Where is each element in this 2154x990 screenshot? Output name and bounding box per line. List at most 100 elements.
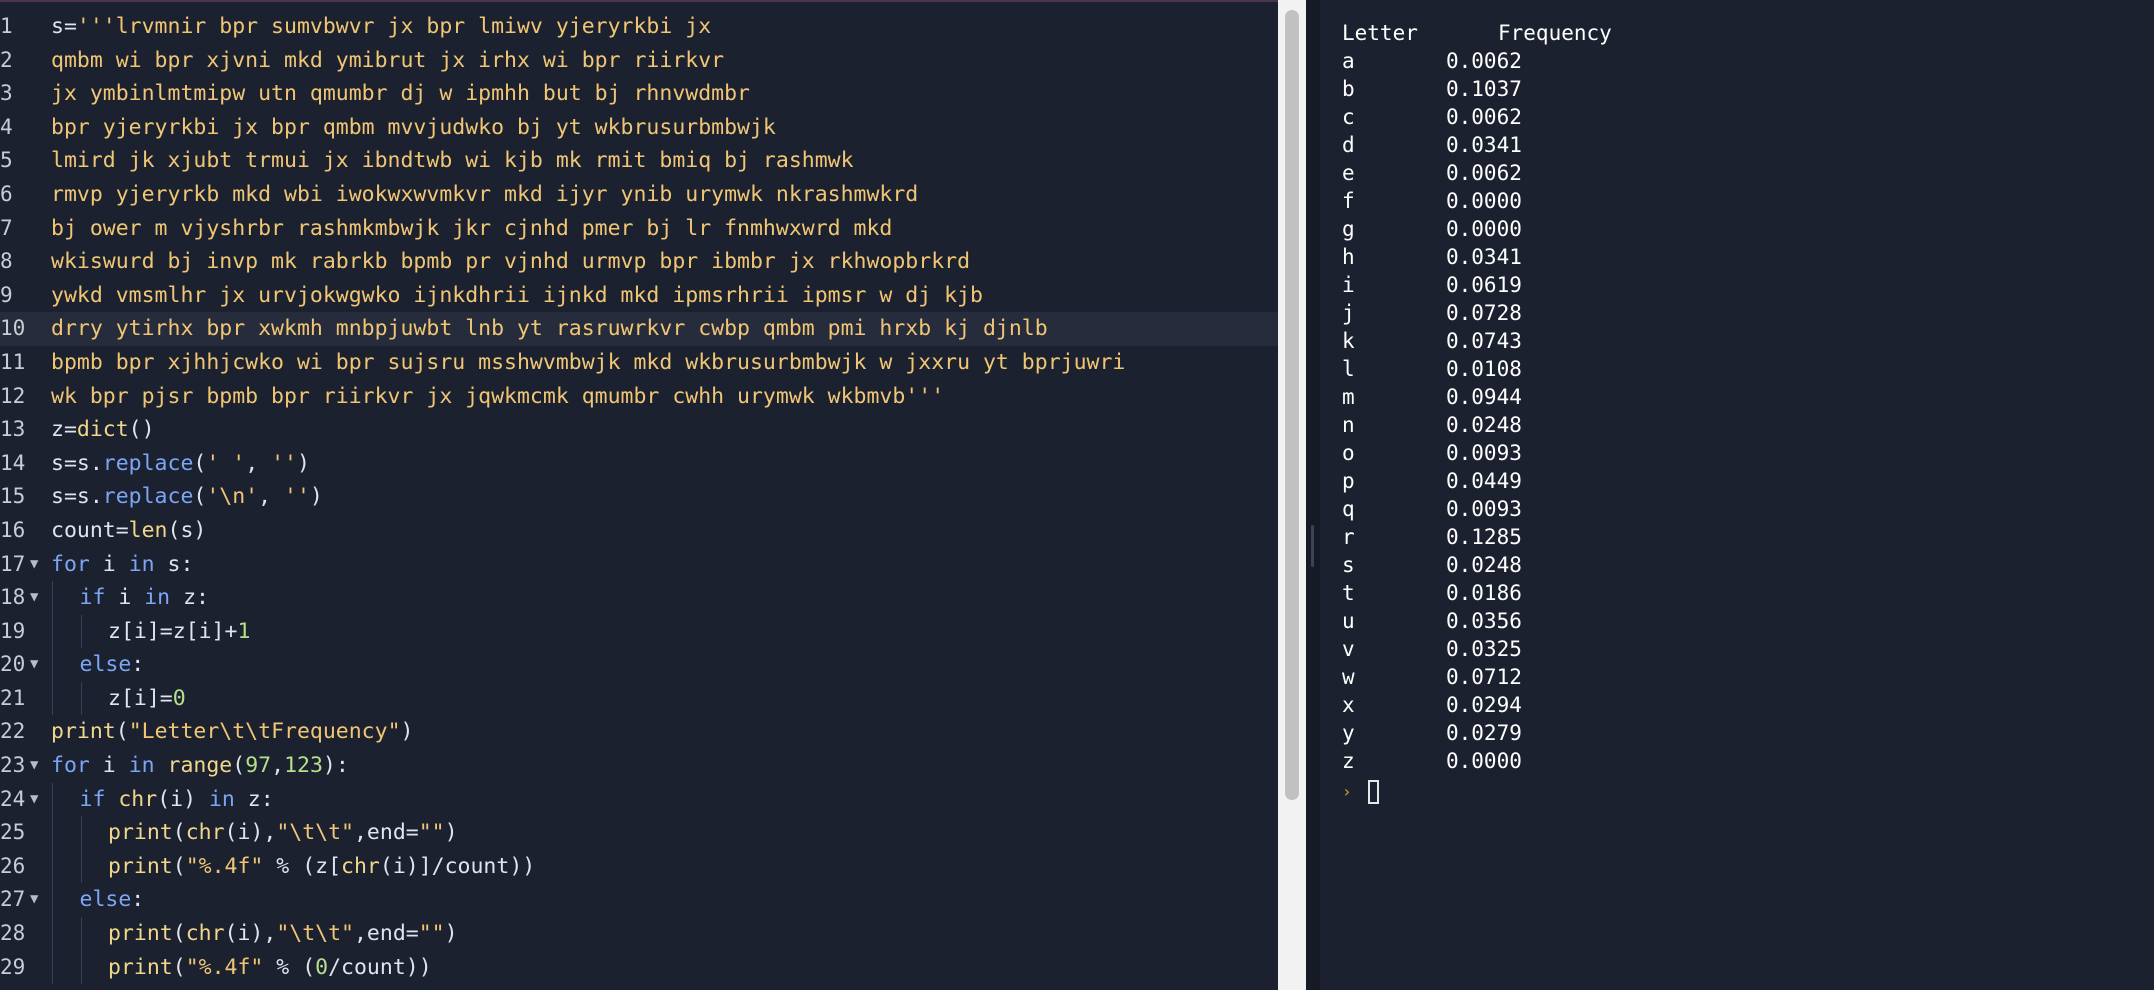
code-line[interactable]: 5 lmird jk xjubt trmui jx ibndtwb wi kjb … xyxy=(0,144,1278,178)
code-line[interactable]: 16 count=len(s) xyxy=(0,514,1278,548)
code-line[interactable]: 11 bpmb bpr xjhhjcwko wi bpr sujsru msshw… xyxy=(0,346,1278,380)
console-pane[interactable]: Letter Frequency a 0.0062 b 0.1037 c 0.0062 d 0… xyxy=(1320,0,2154,990)
code-token: (i), xyxy=(224,820,277,846)
code-token: chr xyxy=(118,786,158,812)
code-line[interactable]: 29 print("%.4f" % (0/count)) xyxy=(0,950,1278,985)
resize-handle-icon[interactable] xyxy=(1311,525,1314,567)
editor-scrollbar[interactable] xyxy=(1278,0,1306,990)
code-text[interactable]: jx ymbinlmtmipw utn qmumbr dj w ipmhh bu… xyxy=(51,77,750,111)
code-text[interactable]: print("%.4f" % (z[chr(i)]/count)) xyxy=(108,850,535,884)
code-text[interactable]: bj ower m vjyshrbr rashmkmbwjk jkr cjnhd… xyxy=(51,212,892,246)
code-line[interactable]: 17 ▼ for i in s: xyxy=(0,548,1278,582)
code-text[interactable]: if chr(i) in z: xyxy=(80,783,274,817)
code-line[interactable]: 8 wkiswurd bj invp mk rabrkb bpmb pr vjnh… xyxy=(0,245,1278,279)
code-line[interactable]: 10 drry ytirhx bpr xwkmh mnbpjuwbt lnb yt… xyxy=(0,312,1278,346)
fold-toggle-icon[interactable]: ▼ xyxy=(30,883,38,917)
code-text[interactable]: ywkd vmsmlhr jx urvjokwgwko ijnkdhrii ij… xyxy=(51,279,983,313)
console-prompt[interactable]: › xyxy=(1342,777,1612,807)
code-text[interactable]: else: xyxy=(80,648,145,682)
console-frequency: 0.0619 xyxy=(1446,273,1522,297)
code-token: ywkd vmsmlhr jx urvjokwgwko ijnkdhrii ij… xyxy=(51,282,983,308)
code-text[interactable]: print("%.4f" % (0/count)) xyxy=(108,951,432,985)
code-line[interactable]: 20 ▼ else: xyxy=(0,648,1278,682)
code-text[interactable]: s=s.replace('\n', '') xyxy=(51,480,323,514)
code-line[interactable]: 3 jx ymbinlmtmipw utn qmumbr dj w ipmhh b… xyxy=(0,77,1278,111)
editor-scrollbar-thumb[interactable] xyxy=(1285,10,1299,800)
code-token: % (z[ xyxy=(263,853,342,879)
console-row: b 0.1037 xyxy=(1342,75,1612,103)
code-line[interactable]: 18 ▼ if i in z: xyxy=(0,581,1278,615)
code-line[interactable]: 1 s='''lrvmnir bpr sumvbwvr jx bpr lmiwv … xyxy=(0,10,1278,44)
code-token: + xyxy=(224,618,238,644)
code-line[interactable]: 24 ▼ if chr(i) in z: xyxy=(0,782,1278,817)
code-token: z: xyxy=(234,786,274,812)
code-token: '' xyxy=(271,450,297,476)
code-token: /count)) xyxy=(328,954,432,980)
code-text[interactable]: bpr yjeryrkbi jx bpr qmbm mvvjudwko bj y… xyxy=(51,111,776,145)
code-text[interactable]: if i in z: xyxy=(80,581,209,615)
fold-toggle-icon[interactable]: ▼ xyxy=(30,749,38,783)
console-frequency: 0.1037 xyxy=(1446,77,1522,101)
code-line[interactable]: 21 z[i]=0 xyxy=(0,681,1278,716)
console-letter: s xyxy=(1342,553,1355,577)
code-line[interactable]: 19 z[i]=z[i]+1 xyxy=(0,614,1278,649)
code-line[interactable]: 4 bpr yjeryrkbi jx bpr qmbm mvvjudwko bj … xyxy=(0,111,1278,145)
fold-toggle-icon[interactable]: ▼ xyxy=(30,581,38,615)
code-line[interactable]: 6 rmvp yjeryrkb mkd wbi iwokwxwvmkvr mkd … xyxy=(0,178,1278,212)
code-line[interactable]: 12 wk bpr pjsr bpmb bpr riirkvr jx jqwkmc… xyxy=(0,380,1278,414)
code-line[interactable]: 14 s=s.replace(' ', '') xyxy=(0,447,1278,481)
code-line[interactable]: 23 ▼ for i in range(97,123): xyxy=(0,749,1278,783)
code-token: print xyxy=(108,853,173,879)
code-line[interactable]: 15 s=s.replace('\n', '') xyxy=(0,480,1278,514)
code-text[interactable]: wkiswurd bj invp mk rabrkb bpmb pr vjnhd… xyxy=(51,245,970,279)
code-text[interactable]: wk bpr pjsr bpmb bpr riirkvr jx jqwkmcmk… xyxy=(51,380,944,414)
code-token: in xyxy=(128,551,155,577)
code-lines[interactable]: 1 s='''lrvmnir bpr sumvbwvr jx bpr lmiwv … xyxy=(0,10,1278,985)
code-text[interactable]: drry ytirhx bpr xwkmh mnbpjuwbt lnb yt r… xyxy=(51,312,1048,346)
code-text[interactable]: z=dict() xyxy=(51,413,155,447)
code-text[interactable]: for i in range(97,123): xyxy=(51,749,349,783)
console-frequency: 0.0356 xyxy=(1446,609,1522,633)
code-token: drry ytirhx bpr xwkmh mnbpjuwbt lnb yt r… xyxy=(51,316,1048,342)
console-letter: u xyxy=(1342,609,1355,633)
indent-guide xyxy=(52,581,53,615)
console-row: o 0.0093 xyxy=(1342,439,1612,467)
code-text[interactable]: lmird jk xjubt trmui jx ibndtwb wi kjb m… xyxy=(51,144,854,178)
code-line[interactable]: 9 ywkd vmsmlhr jx urvjokwgwko ijnkdhrii i… xyxy=(0,279,1278,313)
code-line[interactable]: 25 print(chr(i),"\t\t",end="") xyxy=(0,816,1278,850)
code-text[interactable]: else: xyxy=(80,883,145,917)
code-text[interactable]: bpmb bpr xjhhjcwko wi bpr sujsru msshwvm… xyxy=(51,346,1125,380)
pane-resize-divider[interactable] xyxy=(1306,0,1320,990)
code-text[interactable]: print(chr(i),"\t\t",end="") xyxy=(108,816,458,850)
code-line[interactable]: 2 qmbm wi bpr xjvni mkd ymibrut jx irhx w… xyxy=(0,44,1278,78)
code-editor[interactable]: 1 s='''lrvmnir bpr sumvbwvr jx bpr lmiwv … xyxy=(0,0,1278,990)
fold-toggle-icon[interactable]: ▼ xyxy=(30,783,38,817)
console-frequency: 0.0341 xyxy=(1446,245,1522,269)
code-line[interactable]: 28 print(chr(i),"\t\t",end="") xyxy=(0,917,1278,951)
code-line[interactable]: 7 bj ower m vjyshrbr rashmkmbwjk jkr cjnh… xyxy=(0,212,1278,246)
code-text[interactable]: rmvp yjeryrkb mkd wbi iwokwxwvmkvr mkd i… xyxy=(51,178,918,212)
code-text[interactable]: s=s.replace(' ', '') xyxy=(51,447,310,481)
code-text[interactable]: count=len(s) xyxy=(51,514,206,548)
code-token: "" xyxy=(418,921,445,947)
line-number: 14 xyxy=(0,450,26,475)
code-line[interactable]: 13 z=dict() xyxy=(0,413,1278,447)
code-line[interactable]: 26 print("%.4f" % (z[chr(i)]/count)) xyxy=(0,849,1278,884)
fold-toggle-icon[interactable]: ▼ xyxy=(30,548,38,582)
code-text[interactable]: print(chr(i),"\t\t",end="") xyxy=(108,917,458,951)
code-line[interactable]: 22 print("Letter\t\tFrequency") xyxy=(0,715,1278,749)
indent-guide xyxy=(80,614,82,649)
code-text[interactable]: z[i]=z[i]+1 xyxy=(108,615,250,649)
code-token: 97 xyxy=(245,753,272,779)
line-number: 5 xyxy=(0,148,13,173)
code-text[interactable]: z[i]=0 xyxy=(108,682,186,716)
code-text[interactable]: qmbm wi bpr xjvni mkd ymibrut jx irhx wi… xyxy=(51,44,724,78)
code-text[interactable]: for i in s: xyxy=(51,548,193,582)
code-token: 1 xyxy=(237,618,251,644)
code-text[interactable]: s='''lrvmnir bpr sumvbwvr jx bpr lmiwv y… xyxy=(51,10,711,44)
console-cursor[interactable] xyxy=(1368,780,1379,804)
code-text[interactable]: print("Letter\t\tFrequency") xyxy=(51,715,413,749)
fold-toggle-icon[interactable]: ▼ xyxy=(30,648,38,682)
code-line[interactable]: 27 ▼ else: xyxy=(0,883,1278,918)
